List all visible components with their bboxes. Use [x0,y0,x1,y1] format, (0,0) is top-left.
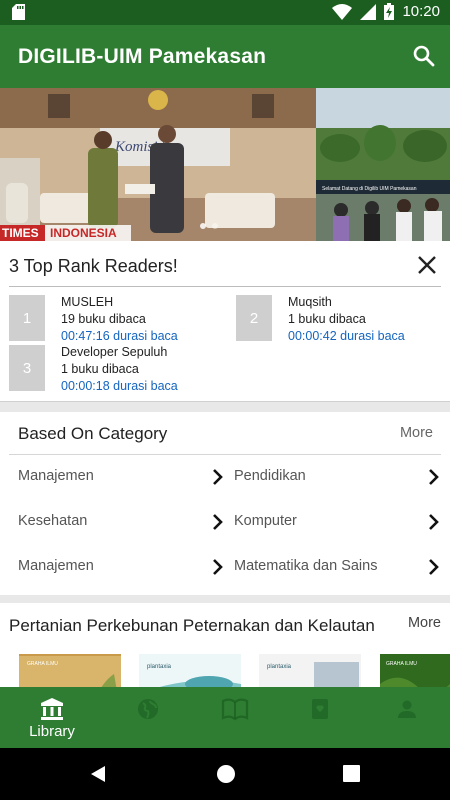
chevron-right-icon [213,469,223,485]
sd-card-icon [12,4,25,20]
rank-number: 1 [9,295,45,341]
reader-books-count: 1 buku dibaca [288,312,366,326]
status-time: 10:20 [402,3,440,20]
bottom-navigation: Library [0,687,450,748]
category-item-manajemen-2[interactable]: Manajemen [18,552,226,582]
book-publisher: plantaxia [267,664,292,670]
library-icon [41,698,63,720]
category-item-label: Manajemen [18,468,94,484]
banner-caption-indonesia: INDONESIA [50,226,117,240]
chevron-right-icon [213,514,223,530]
carousel-dot-1[interactable] [200,223,206,229]
person-icon [398,700,416,718]
nav-read[interactable] [188,687,278,748]
back-icon[interactable] [89,765,107,783]
app-title: DIGILIB-UIM Pamekasan [18,45,267,68]
divider [9,286,441,287]
chevron-right-icon [429,559,439,575]
book-publisher: GRAHA ILMU [386,661,417,667]
nav-favorites[interactable] [275,687,365,748]
nav-library[interactable]: Library [7,687,97,748]
reader-read-duration: 00:00:42 durasi baca [288,329,405,343]
banner-caption-times: TIMES [2,226,39,240]
close-icon[interactable] [416,254,438,276]
reader-read-duration: 00:47:16 durasi baca [61,329,178,343]
category-item-label: Manajemen [18,558,94,574]
chevron-right-icon [429,469,439,485]
reader-read-duration: 00:00:18 durasi baca [61,379,178,393]
collection-card: Pertanian Perkebunan Peternakan dan Kela… [0,603,450,693]
category-more-link[interactable]: More [400,425,433,441]
collection-more-link[interactable]: More [408,615,441,631]
banner-slide-group: Selamat Datang di Digilib UIM Pamekasan [316,88,450,241]
reader-name: MUSLEH [61,295,114,309]
home-icon[interactable] [216,764,236,784]
top-rank-title: 3 Top Rank Readers! [9,256,178,276]
book-publisher: plantaxia [147,664,172,670]
banner-carousel[interactable]: Komisi 7 TIMES INDONESIA Selamat Datang … [0,88,450,241]
divider [9,454,441,455]
rank-number: 2 [236,295,272,341]
favorite-book-icon [312,699,328,719]
reader-books-count: 1 buku dibaca [61,362,139,376]
status-bar: 10:20 [0,0,450,25]
nav-profile[interactable] [362,687,450,748]
carousel-dot-2[interactable] [212,223,218,229]
reader-name: Developer Sepuluh [61,345,168,359]
banner-slide2-text: Selamat Datang di Digilib UIM Pamekasan [322,186,417,192]
reader-name: Muqsith [288,295,332,309]
nav-library-label: Library [29,723,75,740]
collection-title: Pertanian Perkebunan Peternakan dan Kela… [9,616,375,635]
top-rank-card: 3 Top Rank Readers! 1 MUSLEH 19 buku dib… [0,241,450,402]
category-item-matematika-sains[interactable]: Matematika dan Sains [234,552,442,582]
reader-books-count: 19 buku dibaca [61,312,146,326]
globe-icon [138,699,158,719]
app-root: 10:20 DIGILIB-UIM Pamekasan Komisi 7 TIM… [0,0,450,800]
book-publisher: GRAHA ILMU [27,661,58,667]
category-item-komputer[interactable]: Komputer [234,507,442,537]
app-bar: DIGILIB-UIM Pamekasan [0,25,450,88]
wifi-icon [332,3,353,20]
chevron-right-icon [429,514,439,530]
category-card: Based On Category More Manajemen Pendidi… [0,412,450,595]
category-item-label: Pendidikan [234,468,306,484]
category-item-kesehatan[interactable]: Kesehatan [18,507,226,537]
search-icon[interactable] [412,44,436,68]
category-item-label: Kesehatan [18,513,88,529]
nav-explore[interactable] [103,687,193,748]
rank-number: 3 [9,345,45,391]
banner-slide-photo: Komisi 7 TIMES INDONESIA [0,88,316,241]
category-item-label: Matematika dan Sains [234,558,378,574]
battery-charging-icon [384,3,395,20]
recents-icon[interactable] [343,765,360,782]
category-title: Based On Category [18,424,168,443]
signal-icon [360,3,377,20]
category-item-pendidikan[interactable]: Pendidikan [234,462,442,492]
chevron-right-icon [213,559,223,575]
system-navigation-bar [0,748,450,800]
category-item-manajemen[interactable]: Manajemen [18,462,226,492]
book-open-icon [221,698,249,721]
category-item-label: Komputer [234,513,297,529]
